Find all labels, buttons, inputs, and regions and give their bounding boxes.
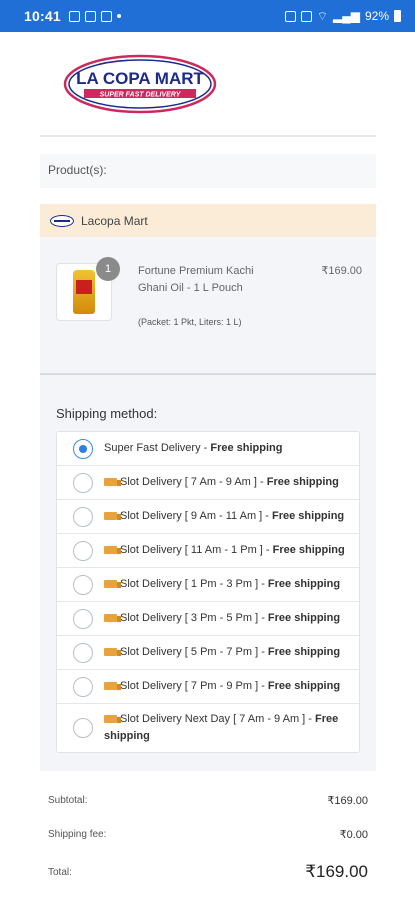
shipping-option-radio[interactable] — [73, 608, 93, 629]
shipping-option-label: Slot Delivery [ 7 Pm - 9 Pm ] - — [120, 680, 268, 692]
shipping-option-label: Slot Delivery [ 3 Pm - 5 Pm ] - — [120, 612, 268, 624]
truck-icon — [104, 512, 121, 520]
shipping-option[interactable]: Slot Delivery [ 7 Am - 9 Am ] - Free shi… — [57, 466, 359, 500]
shipping-option-price: Free shipping — [266, 476, 339, 488]
battery-icon — [394, 10, 401, 22]
truck-icon — [104, 648, 121, 656]
wifi-icon: ⌔ — [316, 8, 328, 23]
shipping-option-price: Free shipping — [272, 510, 345, 522]
alarm-icon — [284, 10, 296, 22]
truck-icon — [104, 682, 121, 690]
shipping-option-price: Free shipping — [267, 612, 341, 624]
products-label: Product(s): — [48, 163, 107, 177]
shipping-option[interactable]: Slot Delivery Next Day [ 7 Am - 9 Am ] -… — [57, 704, 359, 752]
vendor-bar: Lacopa Mart — [40, 204, 376, 237]
more-notifications-icon — [116, 14, 121, 18]
shipping-option-radio[interactable] — [73, 540, 93, 561]
shipping-option-price: Free shipping — [210, 442, 283, 454]
shipping-section: Shipping method: Super Fast Delivery - F… — [40, 375, 376, 771]
svg-text:LA COPA MART: LA COPA MART — [76, 69, 204, 88]
product-name[interactable]: Fortune Premium Kachi Ghani Oil - 1 L Po… — [138, 263, 258, 297]
shipping-option-label: Slot Delivery [ 1 Pm - 3 Pm ] - — [120, 578, 268, 590]
shipping-option-radio[interactable] — [73, 506, 93, 527]
shipping-options-list: Super Fast Delivery - Free shipping Slot … — [56, 431, 360, 753]
shipping-option-price: Free shipping — [272, 544, 345, 556]
shipping-option[interactable]: Slot Delivery [ 7 Pm - 9 Pm ] - Free shi… — [57, 670, 359, 704]
notification-icons — [68, 10, 121, 22]
shipping-option-text: Slot Delivery [ 5 Pm - 7 Pm ] - Free shi… — [104, 644, 340, 661]
store-logo[interactable]: LA COPA MART SUPER FAST DELIVERY — [62, 52, 218, 116]
shipping-option-radio[interactable] — [73, 642, 93, 663]
total-value: ₹169.00 — [305, 862, 368, 881]
shipping-option-text: Slot Delivery [ 1 Pm - 3 Pm ] - Free shi… — [104, 576, 340, 593]
shipping-fee-value: ₹0.00 — [339, 829, 368, 841]
header-divider — [40, 135, 376, 137]
shipping-option-text: Slot Delivery [ 3 Pm - 5 Pm ] - Free shi… — [104, 610, 340, 627]
subtotal-value: ₹169.00 — [327, 795, 368, 807]
product-price: ₹169.00 — [321, 265, 362, 277]
shipping-option-radio[interactable] — [73, 574, 93, 595]
product-item: 1 Fortune Premium Kachi Ghani Oil - 1 L … — [40, 237, 376, 373]
total-row: Total: ₹169.00 — [48, 862, 368, 882]
product-variant: (Packet: 1 Pkt, Liters: 1 L) — [138, 317, 242, 327]
shipping-option[interactable]: Slot Delivery [ 11 Am - 1 Pm ] - Free sh… — [57, 534, 359, 568]
quantity-badge: 1 — [96, 257, 120, 281]
products-section-header: Product(s): — [40, 154, 376, 188]
shipping-option-label: Slot Delivery [ 9 Am - 11 Am ] - — [120, 510, 273, 522]
total-label: Total: — [48, 866, 72, 878]
shipping-option-label: Slot Delivery Next Day [ 7 Am - 9 Am ] - — [120, 713, 315, 725]
shipping-method-title: Shipping method: — [56, 406, 158, 421]
battery-label: 92% — [364, 9, 389, 23]
shipping-option-text: Slot Delivery Next Day [ 7 Am - 9 Am ] -… — [104, 711, 359, 745]
shipping-fee-label: Shipping fee: — [48, 829, 107, 840]
shipping-option[interactable]: Super Fast Delivery - Free shipping — [57, 432, 359, 466]
shipping-option-radio[interactable] — [73, 718, 93, 738]
truck-icon — [104, 478, 121, 486]
notification-icon — [68, 10, 80, 22]
truck-icon — [104, 546, 121, 554]
shipping-option-radio[interactable] — [73, 676, 93, 697]
shipping-option-text: Slot Delivery [ 7 Pm - 9 Pm ] - Free shi… — [104, 678, 340, 695]
shipping-option-text: Slot Delivery [ 7 Am - 9 Am ] - Free shi… — [104, 474, 339, 491]
shipping-option-label: Super Fast Delivery - — [104, 442, 211, 454]
svg-text:SUPER FAST DELIVERY: SUPER FAST DELIVERY — [100, 92, 182, 99]
shipping-option-label: Slot Delivery [ 7 Am - 9 Am ] - — [120, 476, 267, 488]
shipping-option-text: Super Fast Delivery - Free shipping — [104, 440, 283, 457]
gmail-icon — [100, 10, 112, 22]
signal-icon: ▂▄▆ — [333, 9, 360, 23]
shipping-option-text: Slot Delivery [ 9 Am - 11 Am ] - Free sh… — [104, 508, 344, 525]
status-bar: 10:41 ⌔ ▂▄▆ 92% — [0, 0, 415, 32]
clock-icon — [300, 10, 312, 22]
subtotal-row: Subtotal: ₹169.00 — [48, 794, 368, 807]
vendor-logo-icon — [50, 214, 74, 227]
shipping-option[interactable]: Slot Delivery [ 3 Pm - 5 Pm ] - Free shi… — [57, 602, 359, 636]
la-copa-mart-logo: LA COPA MART SUPER FAST DELIVERY — [63, 54, 217, 114]
shipping-option-label: Slot Delivery [ 11 Am - 1 Pm ] - — [120, 544, 273, 556]
shipping-option[interactable]: Slot Delivery [ 9 Am - 11 Am ] - Free sh… — [57, 500, 359, 534]
subtotal-label: Subtotal: — [48, 795, 88, 806]
shipping-option-text: Slot Delivery [ 11 Am - 1 Pm ] - Free sh… — [104, 542, 345, 559]
shipping-option-radio[interactable] — [73, 438, 93, 459]
shipping-option[interactable]: Slot Delivery [ 1 Pm - 3 Pm ] - Free shi… — [57, 568, 359, 602]
shipping-option[interactable]: Slot Delivery [ 5 Pm - 7 Pm ] - Free shi… — [57, 636, 359, 670]
shipping-option-price: Free shipping — [267, 646, 341, 658]
shipping-option-radio[interactable] — [73, 472, 93, 493]
status-time: 10:41 — [24, 8, 61, 24]
oil-pouch-image — [73, 270, 95, 314]
truck-icon — [104, 614, 121, 622]
shipping-option-price: Free shipping — [267, 680, 341, 692]
vendor-name: Lacopa Mart — [81, 213, 148, 228]
shipping-fee-row: Shipping fee: ₹0.00 — [48, 828, 368, 841]
shipping-option-price: Free shipping — [267, 578, 341, 590]
truck-icon — [104, 580, 121, 588]
shipping-option-label: Slot Delivery [ 5 Pm - 7 Pm ] - — [120, 646, 268, 658]
system-icons: ⌔ ▂▄▆ 92% — [284, 8, 401, 24]
gallery-icon — [84, 10, 96, 22]
truck-icon — [104, 715, 121, 723]
